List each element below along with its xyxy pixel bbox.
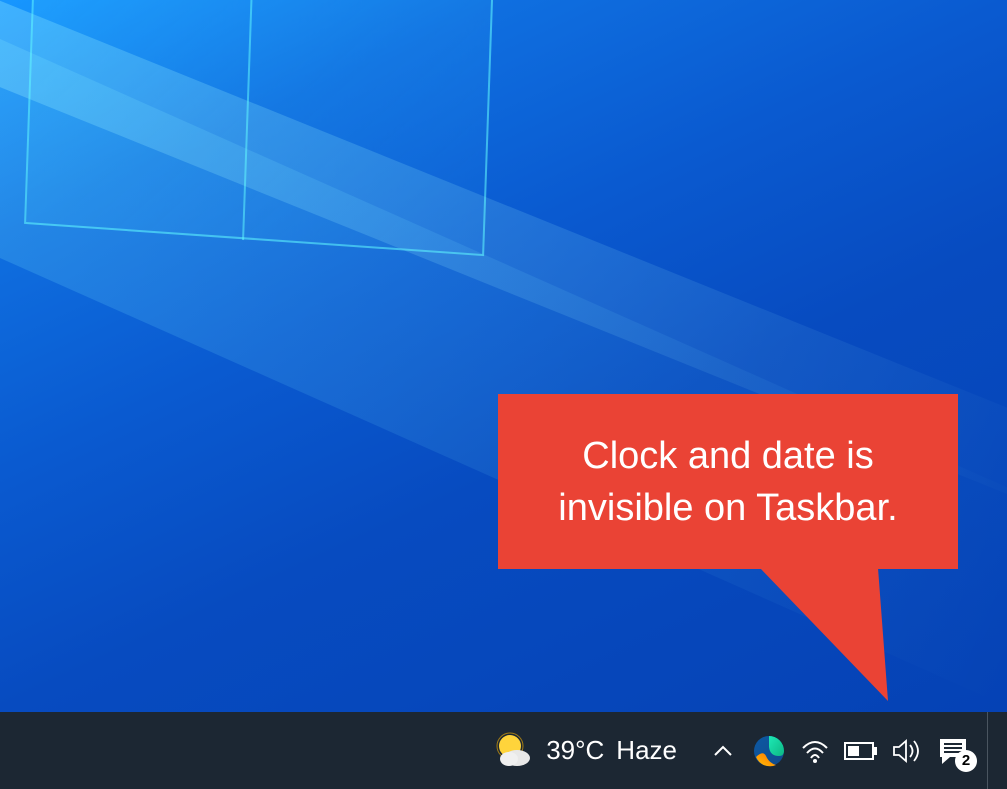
tray-edge-app[interactable]: [749, 731, 789, 771]
tray-battery[interactable]: [841, 731, 881, 771]
wifi-icon: [800, 738, 830, 764]
annotation-text: Clock and date is invisible on Taskbar.: [518, 430, 938, 534]
microsoft-edge-icon: [752, 734, 786, 768]
speaker-icon: [892, 738, 922, 764]
weather-widget[interactable]: 39°C Haze: [492, 730, 677, 772]
annotation-callout: Clock and date is invisible on Taskbar.: [498, 394, 958, 569]
tray-volume[interactable]: [887, 731, 927, 771]
taskbar[interactable]: 39°C Haze: [0, 712, 1007, 789]
weather-condition: Haze: [616, 735, 677, 766]
weather-temperature: 39°C: [546, 735, 604, 766]
battery-icon: [844, 741, 878, 761]
show-desktop-button[interactable]: [987, 712, 995, 789]
chevron-up-icon: [714, 745, 732, 757]
weather-sun-cloud-icon: [492, 730, 534, 772]
tray-wifi[interactable]: [795, 731, 835, 771]
action-center-button[interactable]: 2: [933, 731, 973, 771]
notification-badge: 2: [955, 750, 977, 772]
wallpaper-window-shape: [24, 0, 496, 256]
tray-overflow-button[interactable]: [703, 731, 743, 771]
annotation-arrow: [760, 566, 900, 706]
